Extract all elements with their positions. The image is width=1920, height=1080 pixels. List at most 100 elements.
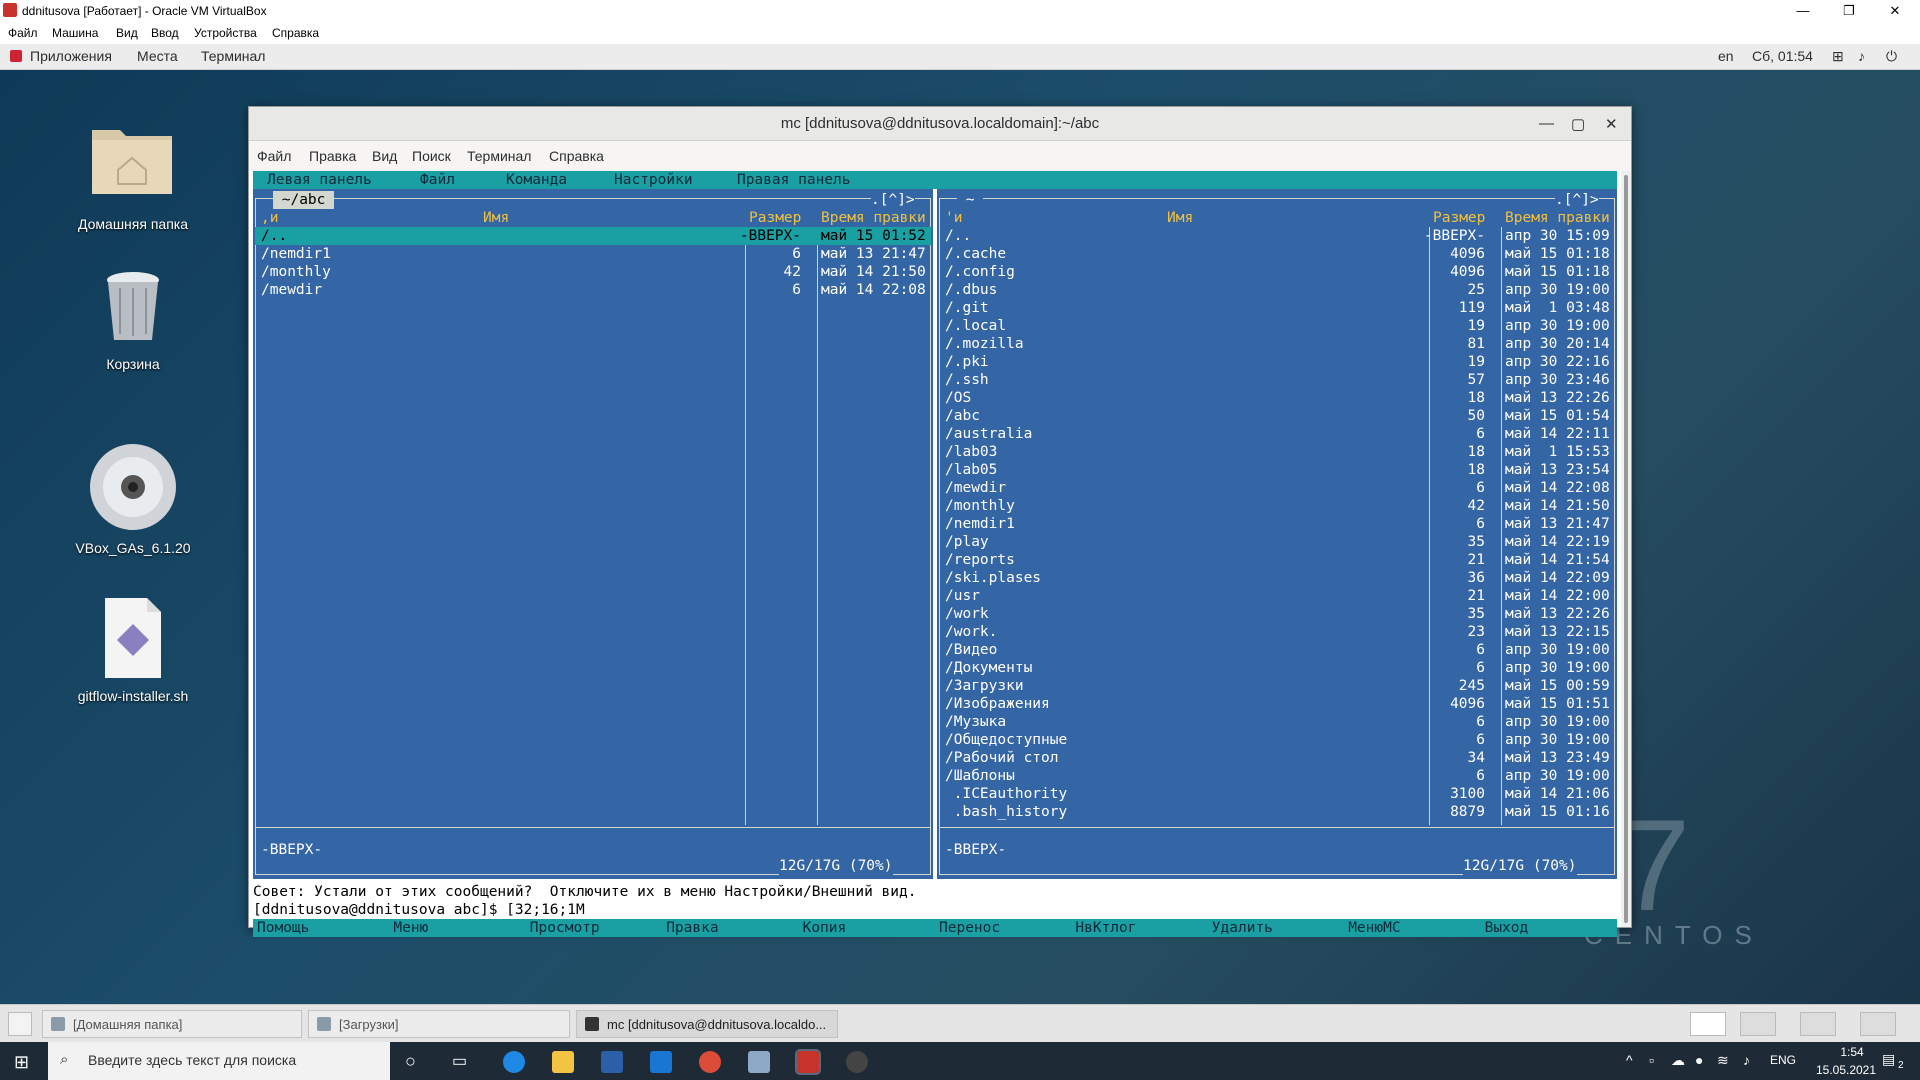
right-file-row[interactable]: /mewdir 6 май 14 22:08 [939,479,1615,497]
terminal-menu-view[interactable]: Вид [372,148,397,164]
terminal-titlebar[interactable]: mc [ddnitusova@ddnitusova.localdomain]:~… [249,107,1631,141]
workspace-2[interactable] [1740,1012,1776,1036]
file-explorer-icon[interactable] [552,1051,574,1073]
taskbar-date[interactable]: 15.05.2021 [1806,1063,1886,1077]
mc-menu-settings[interactable]: Настройки [614,171,693,189]
right-file-row[interactable]: /.cache 4096 май 15 01:18 [939,245,1615,263]
terminal-menu-help[interactable]: Справка [549,148,604,164]
keyboard-layout[interactable]: en [1718,48,1734,64]
task-downloads[interactable]: [Загрузки] [308,1010,570,1038]
network-icon[interactable]: ⊞ [1832,48,1844,65]
right-file-row[interactable]: /Общедоступные 6 апр 30 19:00 [939,731,1615,749]
terminal-menu[interactable]: Терминал [201,48,265,64]
right-file-row[interactable]: .bash_history 8879 май 15 01:16 [939,803,1615,821]
right-file-row[interactable]: /Рабочий стол 34 май 13 23:49 [939,749,1615,767]
terminal-maximize-button[interactable]: ▢ [1571,115,1585,133]
right-file-row[interactable]: /OS 18 май 13 22:26 [939,389,1615,407]
right-file-row[interactable]: /.. -ВВЕРХ-апр 30 15:09 [939,227,1615,245]
right-file-row[interactable]: /lab03 18 май 1 15:53 [939,443,1615,461]
windows-search-box[interactable]: ⌕ Введите здесь текст для поиска [48,1042,390,1080]
right-file-row[interactable]: /.local 19 апр 30 19:00 [939,317,1615,335]
terminal-minimize-button[interactable]: — [1539,115,1554,132]
notification-center-icon[interactable]: ▤ [1882,1051,1895,1068]
speaker-icon[interactable]: ♪ [1743,1052,1750,1068]
edge-icon[interactable] [503,1051,525,1073]
workspace-4[interactable] [1860,1012,1896,1036]
right-file-row[interactable]: /.ssh 57 апр 30 23:46 [939,371,1615,389]
right-file-row[interactable]: /.config 4096 май 15 01:18 [939,263,1615,281]
mail-icon[interactable] [650,1051,672,1073]
workspace-1[interactable] [1690,1012,1726,1036]
mc-right-panel[interactable]: ~ .[^]> 'и Имя Размер Время правки /.. -В… [937,189,1617,879]
task-mc-terminal[interactable]: mc [ddnitusova@ddnitusova.localdo... [576,1010,838,1038]
left-panel-corner[interactable]: .[^]> [871,191,915,209]
task-home-folder[interactable]: [Домашняя папка] [42,1010,302,1038]
home-folder-desktop-icon[interactable]: Домашняя папка [58,116,208,236]
left-header-size[interactable]: Размер [749,209,801,227]
chrome-icon[interactable] [699,1051,721,1073]
cortana-icon[interactable]: ○ [405,1051,416,1072]
right-file-row[interactable]: /nemdir1 6 май 13 21:47 [939,515,1615,533]
onedrive-icon[interactable]: ☁ [1671,1052,1685,1069]
right-file-row[interactable]: /monthly 42 май 14 21:50 [939,497,1615,515]
terminal-close-button[interactable]: ✕ [1605,115,1618,133]
left-header-sort[interactable]: ,и [261,209,278,227]
right-file-row[interactable]: /Документы 6 апр 30 19:00 [939,659,1615,677]
left-file-row[interactable]: /.. -ВВЕРХ-май 15 01:52 [255,227,931,245]
minimize-button[interactable]: — [1780,0,1826,22]
right-file-row[interactable]: /Музыка 6 апр 30 19:00 [939,713,1615,731]
mc-command-prompt[interactable]: [ddnitusova@ddnitusova abc]$ [32;16;1M [253,901,585,919]
right-file-row[interactable]: /play 35 май 14 22:19 [939,533,1615,551]
input-language[interactable]: ENG [1770,1053,1796,1067]
tray-device-icon[interactable]: ▫ [1649,1052,1654,1068]
right-file-row[interactable]: /ski.plases 36 май 14 22:09 [939,569,1615,587]
mc-menu-file[interactable]: Файл [420,171,455,189]
right-file-row[interactable]: /abc 50 май 15 01:54 [939,407,1615,425]
show-desktop-button[interactable] [8,1012,32,1036]
right-file-row[interactable]: .ICEauthority 3100 май 14 21:06 [939,785,1615,803]
volume-icon[interactable]: ♪ [1858,48,1865,64]
mc-menu-right-panel[interactable]: Правая панель [737,171,851,189]
vbox-menu-view[interactable]: Вид [116,26,138,40]
virtualbox-manager-icon[interactable] [748,1051,770,1073]
task-view-icon[interactable]: ▭ [452,1051,467,1071]
terminal-menu-file[interactable]: Файл [257,148,291,164]
right-file-row[interactable]: /Загрузки 245 май 15 00:59 [939,677,1615,695]
left-file-row[interactable]: /mewdir 6 май 14 22:08 [255,281,931,299]
obs-icon[interactable] [846,1051,868,1073]
scrollbar-thumb[interactable] [1624,175,1628,923]
virtualbox-vm-icon[interactable] [795,1049,821,1075]
vbox-menu-file[interactable]: Файл [8,26,38,40]
right-file-row[interactable]: /usr 21 май 14 22:00 [939,587,1615,605]
left-file-row[interactable]: /monthly 42 май 14 21:50 [255,263,931,281]
vbox-menu-input[interactable]: Ввод [151,26,179,40]
vbox-menu-machine[interactable]: Машина [52,26,98,40]
close-button[interactable]: ✕ [1872,0,1918,22]
terminal-scrollbar[interactable] [1621,171,1631,927]
right-file-row[interactable]: /reports 21 май 14 21:54 [939,551,1615,569]
right-file-row[interactable]: /Изображения 4096 май 15 01:51 [939,695,1615,713]
terminal-screen[interactable]: Левая панель Файл Команда Настройки Прав… [249,171,1621,937]
right-file-row[interactable]: /.mozilla 81 апр 30 20:14 [939,335,1615,353]
right-header-name[interactable]: Имя [1167,209,1193,227]
left-file-row[interactable]: /nemdir1 6 май 13 21:47 [255,245,931,263]
taskbar-time[interactable]: 1:54 [1820,1045,1884,1059]
terminal-menu-terminal[interactable]: Терминал [467,148,531,164]
vbox-menu-devices[interactable]: Устройства [194,26,257,40]
trash-desktop-icon[interactable]: Корзина [58,266,208,376]
wifi-icon[interactable]: ≋ [1717,1052,1729,1069]
vbox-gas-desktop-icon[interactable]: VBox_GAs_6.1.20 [58,442,208,562]
left-header-name[interactable]: Имя [483,209,509,227]
right-file-row[interactable]: /work 35 май 13 22:26 [939,605,1615,623]
vbox-menu-help[interactable]: Справка [272,26,319,40]
right-file-row[interactable]: /Видео 6 апр 30 19:00 [939,641,1615,659]
microphone-icon[interactable]: ● [1695,1052,1703,1068]
right-header-time[interactable]: Время правки [1505,209,1610,227]
right-header-sort[interactable]: 'и [945,209,962,227]
right-file-row[interactable]: /.pki 19 апр 30 22:16 [939,353,1615,371]
workspace-3[interactable] [1800,1012,1836,1036]
right-header-size[interactable]: Размер [1433,209,1485,227]
right-file-row[interactable]: /.git 119 май 1 03:48 [939,299,1615,317]
maximize-button[interactable]: ❐ [1826,0,1872,22]
tray-chevron-icon[interactable]: ^ [1626,1052,1633,1068]
